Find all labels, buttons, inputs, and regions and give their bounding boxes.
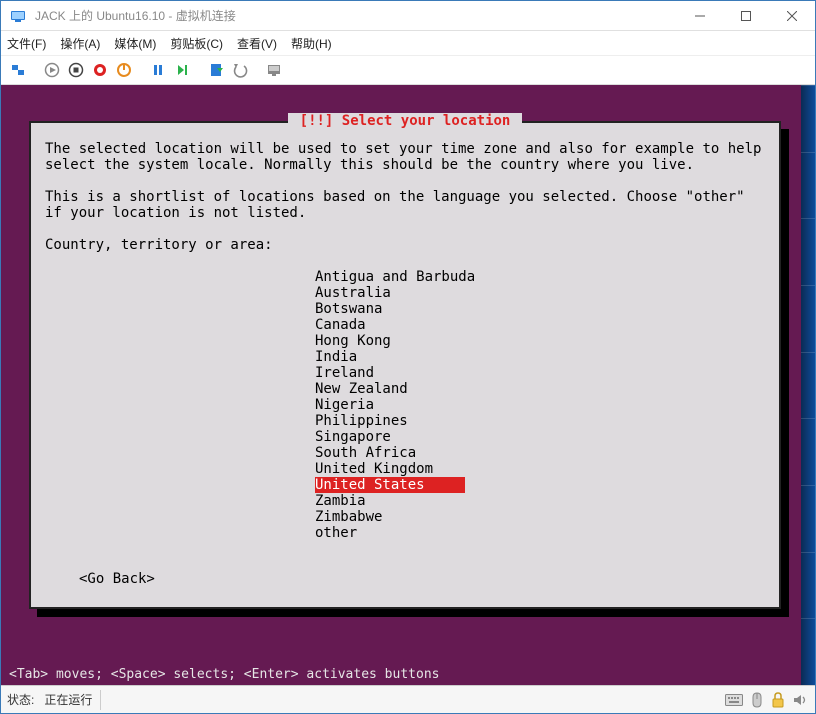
toolbar <box>1 55 815 85</box>
reset-icon[interactable] <box>171 59 193 81</box>
location-item[interactable]: South Africa <box>315 445 765 461</box>
location-item[interactable]: Canada <box>315 317 765 333</box>
app-icon <box>7 5 29 27</box>
revert-icon[interactable] <box>229 59 251 81</box>
mouse-icon <box>751 692 763 708</box>
turnoff-icon[interactable] <box>65 59 87 81</box>
location-item[interactable]: Zambia <box>315 493 765 509</box>
shutdown-icon[interactable] <box>89 59 111 81</box>
go-back-button[interactable]: <Go Back> <box>79 571 155 587</box>
ctrl-alt-del-icon[interactable] <box>7 59 29 81</box>
location-item[interactable]: Zimbabwe <box>315 509 765 525</box>
location-item[interactable]: Ireland <box>315 365 765 381</box>
titlebar: JACK 上的 Ubuntu16.10 - 虚拟机连接 <box>1 1 815 31</box>
menu-action[interactable]: 操作(A) <box>60 35 100 52</box>
close-button[interactable] <box>769 1 815 31</box>
location-list-wrap: Antigua and BarbudaAustraliaBotswanaCana… <box>45 269 765 541</box>
menu-help[interactable]: 帮助(H) <box>291 35 332 52</box>
enhanced-session-icon[interactable] <box>263 59 285 81</box>
location-item[interactable]: United States <box>315 477 465 493</box>
location-item[interactable]: Australia <box>315 285 765 301</box>
maximize-button[interactable] <box>723 1 769 31</box>
host-desktop-edge <box>801 85 815 685</box>
location-item[interactable]: Philippines <box>315 413 765 429</box>
statusbar: 状态: 正在运行 <box>1 685 815 713</box>
status-icons <box>725 692 815 708</box>
location-list[interactable]: Antigua and BarbudaAustraliaBotswanaCana… <box>315 269 765 541</box>
dialog-para2: This is a shortlist of locations based o… <box>45 189 765 221</box>
menu-file[interactable]: 文件(F) <box>7 35 46 52</box>
window-buttons <box>677 1 815 30</box>
location-item[interactable]: India <box>315 349 765 365</box>
dialog-prompt: Country, territory or area: <box>45 237 765 253</box>
status-label: 状态: <box>1 691 40 708</box>
location-item[interactable]: Singapore <box>315 429 765 445</box>
location-item[interactable]: other <box>315 525 765 541</box>
start-icon[interactable] <box>41 59 63 81</box>
menu-clipboard[interactable]: 剪贴板(C) <box>170 35 223 52</box>
dialog-title: [!!] Select your location <box>288 113 523 129</box>
location-item[interactable]: United Kingdom <box>315 461 765 477</box>
vm-window: JACK 上的 Ubuntu16.10 - 虚拟机连接 文件(F) 操作(A) … <box>0 0 816 714</box>
status-separator <box>100 690 101 710</box>
save-icon[interactable] <box>113 59 135 81</box>
location-item[interactable]: New Zealand <box>315 381 765 397</box>
speaker-icon <box>793 693 807 707</box>
menu-media[interactable]: 媒体(M) <box>114 35 156 52</box>
checkpoint-icon[interactable] <box>205 59 227 81</box>
location-item[interactable]: Antigua and Barbuda <box>315 269 765 285</box>
lock-icon <box>771 692 785 708</box>
minimize-button[interactable] <box>677 1 723 31</box>
dialog-content: The selected location will be used to se… <box>31 123 779 597</box>
location-item[interactable]: Hong Kong <box>315 333 765 349</box>
vm-display[interactable]: [!!] Select your location The selected l… <box>1 85 815 685</box>
installer-dialog: [!!] Select your location The selected l… <box>29 121 781 609</box>
window-title: JACK 上的 Ubuntu16.10 - 虚拟机连接 <box>29 7 677 24</box>
pause-icon[interactable] <box>147 59 169 81</box>
dialog-title-wrap: [!!] Select your location <box>31 113 779 129</box>
menubar: 文件(F) 操作(A) 媒体(M) 剪贴板(C) 查看(V) 帮助(H) <box>1 31 815 55</box>
keyboard-icon <box>725 693 743 707</box>
menu-view[interactable]: 查看(V) <box>237 35 277 52</box>
status-value: 正在运行 <box>40 691 92 708</box>
location-item[interactable]: Nigeria <box>315 397 765 413</box>
installer-hint: <Tab> moves; <Space> selects; <Enter> ac… <box>9 667 807 682</box>
dialog-para1: The selected location will be used to se… <box>45 141 765 173</box>
location-item[interactable]: Botswana <box>315 301 765 317</box>
